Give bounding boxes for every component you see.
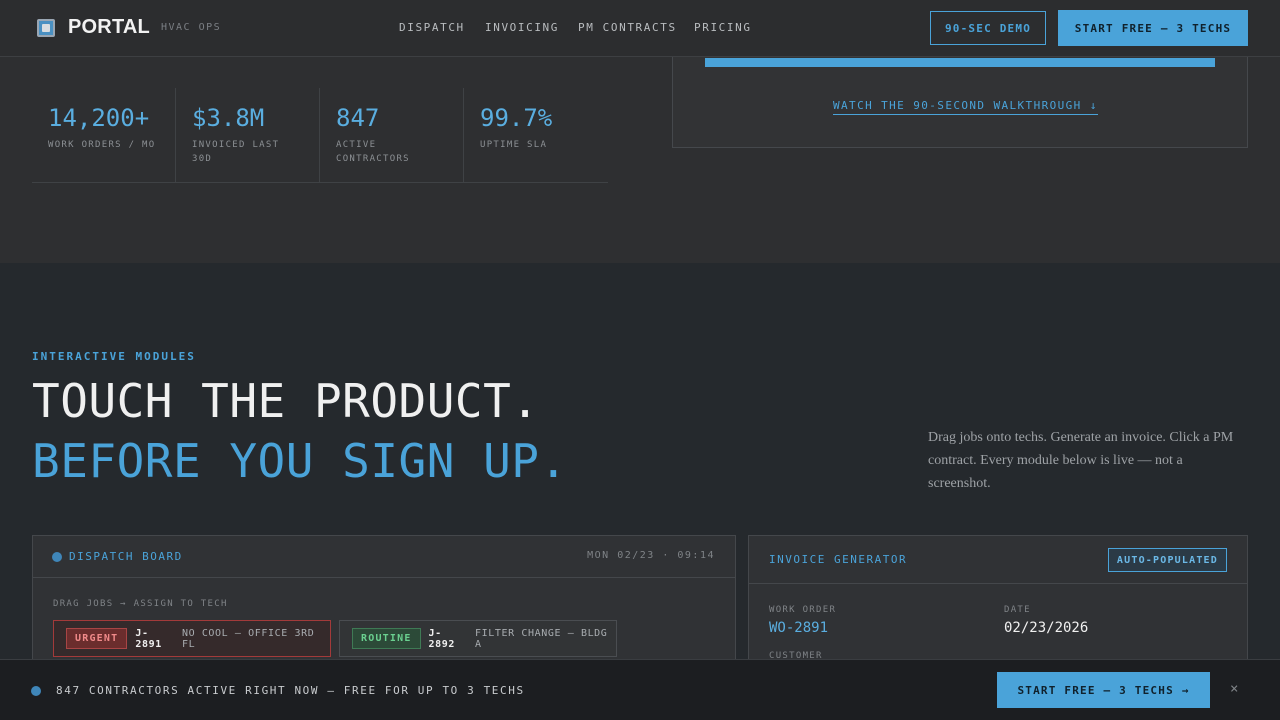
stat-value: 14,200+: [48, 104, 150, 132]
section-title-line-2: BEFORE YOU SIGN UP.: [32, 434, 568, 488]
work-order-label: WORK ORDER: [769, 605, 837, 615]
dispatch-board-header: DISPATCH BOARD MON 02/23 · 09:14: [33, 536, 735, 578]
stat-uptime: 99.7% UPTIME SLA: [464, 88, 608, 183]
close-icon[interactable]: ×: [1230, 681, 1238, 697]
job-description: NO COOL — OFFICE 3RD FL: [181, 627, 315, 650]
nav-link-invoicing[interactable]: INVOICING: [485, 21, 559, 34]
job-card-routine[interactable]: ROUTINE J-2892 FILTER CHANGE — BLDG A: [339, 620, 617, 657]
nav-link-dispatch[interactable]: DISPATCH: [399, 21, 465, 34]
dispatch-board-card: DISPATCH BOARD MON 02/23 · 09:14 DRAG JO…: [32, 535, 736, 675]
date-label: DATE: [1004, 605, 1031, 615]
job-card-urgent[interactable]: URGENT J-2891 NO COOL — OFFICE 3RD FL: [53, 620, 331, 657]
priority-badge-urgent: URGENT: [66, 628, 128, 649]
video-progress-bar[interactable]: [705, 58, 1215, 67]
nav-link-pm-contracts[interactable]: PM CONTRACTS: [578, 21, 677, 34]
section-title-line-1: TOUCH THE PRODUCT.: [32, 374, 540, 428]
sticky-cta-bar: 847 CONTRACTORS ACTIVE RIGHT NOW — FREE …: [0, 659, 1280, 720]
stats-row: 14,200+ WORK ORDERS / MO $3.8M INVOICED …: [32, 88, 608, 183]
portal-logo-icon[interactable]: [37, 19, 55, 37]
date-value[interactable]: 02/23/2026: [1004, 620, 1088, 636]
invoice-generator-title: INVOICE GENERATOR: [769, 553, 908, 566]
dispatch-timestamp: MON 02/23 · 09:14: [587, 550, 715, 561]
invoice-generator-header: INVOICE GENERATOR AUTO-POPULATED: [749, 536, 1247, 584]
stat-value: 99.7%: [480, 104, 553, 132]
live-status-dot-icon: [31, 686, 41, 696]
stat-label: INVOICED LAST 30D: [192, 140, 280, 164]
stat-label: ACTIVE CONTRACTORS: [336, 140, 410, 164]
bottom-start-free-button[interactable]: START FREE — 3 TECHS →: [997, 672, 1210, 708]
work-order-value[interactable]: WO-2891: [769, 620, 828, 636]
stat-invoiced: $3.8M INVOICED LAST 30D: [176, 88, 320, 183]
brand-name[interactable]: PORTAL: [68, 16, 150, 39]
status-dot-icon: [52, 552, 62, 562]
stat-active-contractors: 847 ACTIVE CONTRACTORS: [320, 88, 464, 183]
brand-tagline: HVAC OPS: [161, 22, 222, 33]
top-navigation-bar: PORTAL HVAC OPS DISPATCH INVOICING PM CO…: [0, 0, 1280, 57]
dispatch-board-title: DISPATCH BOARD: [69, 550, 183, 563]
active-contractors-message: 847 CONTRACTORS ACTIVE RIGHT NOW — FREE …: [56, 684, 525, 697]
nav-link-pricing[interactable]: PRICING: [694, 21, 752, 34]
invoice-generator-card: INVOICE GENERATOR AUTO-POPULATED WORK OR…: [748, 535, 1248, 675]
section-description: Drag jobs onto techs. Generate an invoic…: [928, 430, 1234, 491]
stat-value: 847: [336, 104, 380, 132]
stat-work-orders: 14,200+ WORK ORDERS / MO: [32, 88, 176, 183]
demo-button[interactable]: 90-SEC DEMO: [930, 11, 1046, 45]
start-free-button[interactable]: START FREE — 3 TECHS: [1058, 10, 1248, 46]
job-description: FILTER CHANGE — BLDG A: [475, 627, 608, 650]
dispatch-hint: DRAG JOBS → ASSIGN TO TECH: [53, 599, 228, 609]
stat-value: $3.8M: [192, 104, 265, 132]
stat-label: UPTIME SLA: [480, 140, 548, 150]
auto-populated-badge: AUTO-POPULATED: [1107, 548, 1227, 572]
walkthrough-link[interactable]: WATCH THE 90-SECOND WALKTHROUGH ↓: [833, 99, 1098, 115]
job-id: J-2892: [428, 627, 456, 650]
job-id: J-2891: [135, 627, 162, 650]
priority-badge-routine: ROUTINE: [352, 628, 421, 649]
section-eyebrow: INTERACTIVE MODULES: [32, 350, 196, 363]
stat-label: WORK ORDERS / MO: [48, 140, 156, 150]
